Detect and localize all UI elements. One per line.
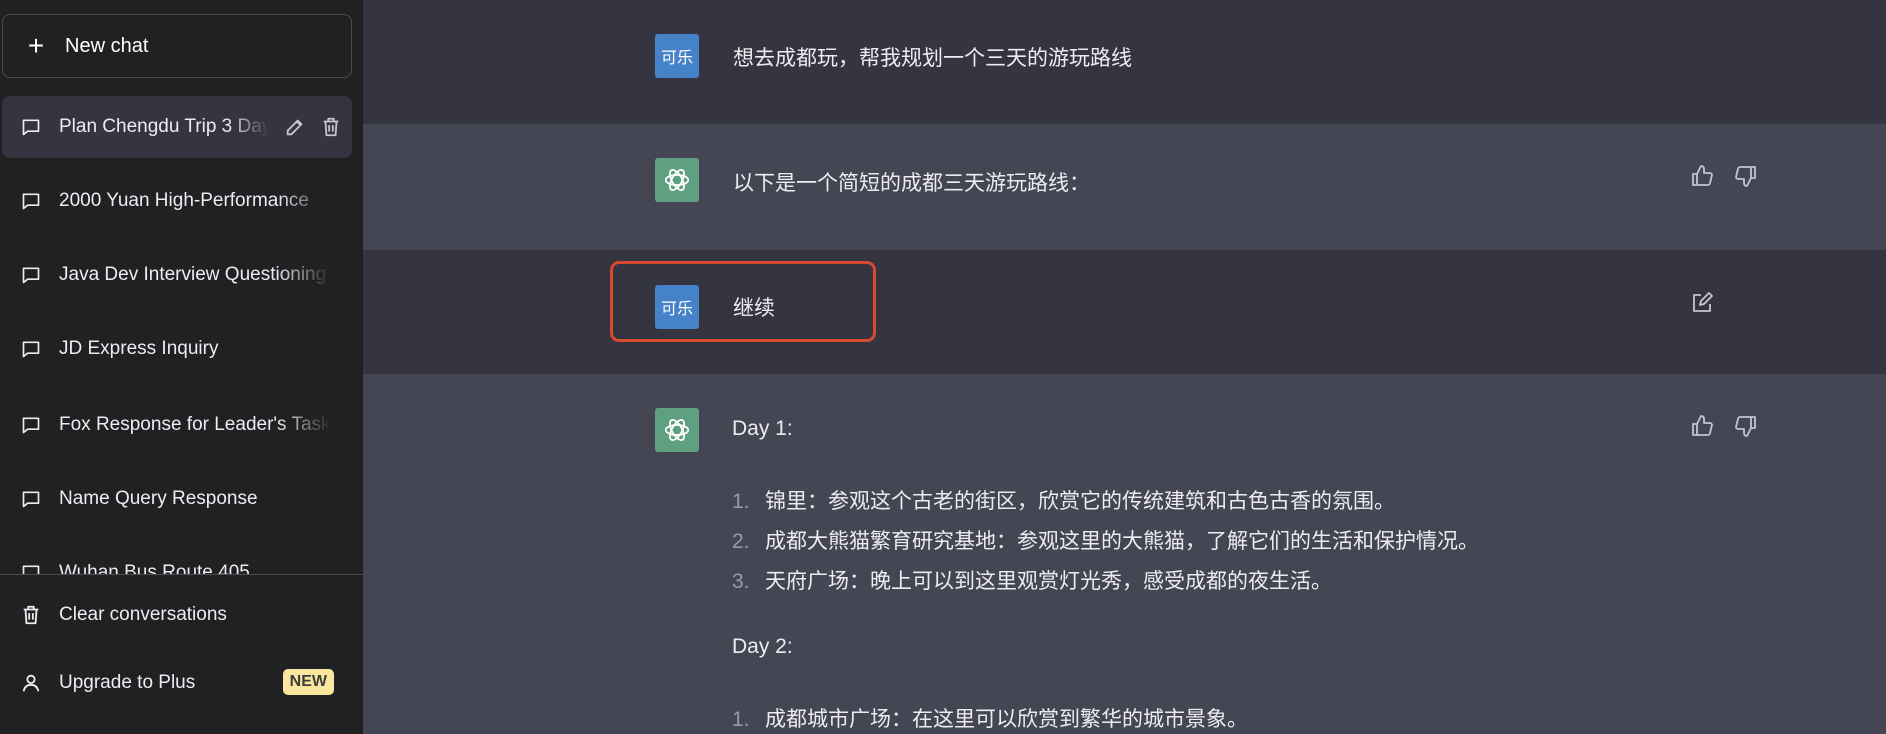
thumbs-down-icon[interactable] <box>1734 164 1758 188</box>
highlight-box <box>610 261 876 342</box>
pencil-icon[interactable] <box>284 116 306 138</box>
conversation-label: Java Dev Interview Questioning <box>59 264 327 285</box>
conversation-item[interactable]: Name Query Response <box>2 468 352 530</box>
thumbs-up-icon[interactable] <box>1690 414 1714 438</box>
user-avatar: 可乐 <box>655 34 699 78</box>
assistant-message: Day 1: 1. 锦里：参观这个古老的街区，欣赏它的传统建筑和古色古香的氛围。 … <box>363 374 1886 734</box>
trash-icon <box>23 605 39 625</box>
list-text: 成都大熊猫繁育研究基地：参观这里的大熊猫，了解它们的生活和保护情况。 <box>765 530 1479 553</box>
conversation-item-active[interactable]: Plan Chengdu Trip 3 Days <box>2 96 352 158</box>
user-message: 可乐 继续 <box>363 250 1886 374</box>
openai-logo-icon <box>655 158 699 202</box>
conversation-item[interactable]: Java Dev Interview Questioning <box>2 244 352 306</box>
sidebar-footer: Clear conversations Upgrade to Plus NEW <box>0 574 363 734</box>
chat-bubble-icon <box>22 565 40 574</box>
conversation-label: JD Express Inquiry <box>59 338 219 359</box>
conversation-item[interactable]: Wuhan Bus Route 405 <box>2 542 352 574</box>
chat-bubble-icon <box>22 341 40 358</box>
list-item: 3. 天府广场：晚上可以到这里观赏灯光秀，感受成都的夜生活。 <box>732 565 1332 595</box>
conversation-item[interactable]: 2000 Yuan High-Performance <box>2 170 352 232</box>
chat-bubble-icon <box>22 193 40 210</box>
thumbs-down-icon[interactable] <box>1734 414 1758 438</box>
list-text: 天府广场：晚上可以到这里观赏灯光秀，感受成都的夜生活。 <box>765 570 1332 593</box>
list-item: 1. 成都城市广场：在这里可以欣赏到繁华的城市景象。 <box>732 703 1248 733</box>
thumbs-up-icon[interactable] <box>1690 164 1714 188</box>
openai-logo-icon <box>655 408 699 452</box>
list-number: 2. <box>732 530 750 553</box>
user-icon <box>22 674 40 692</box>
clear-conversations-button[interactable]: Clear conversations <box>2 587 352 643</box>
conversation-label: Plan Chengdu Trip 3 Days <box>59 116 269 137</box>
chat-thread: 可乐 想去成都玩，帮我规划一个三天的游玩路线 以下是一个简短的成都三天游玩路线：… <box>363 0 1886 734</box>
conversation-label: Fox Response for Leader's Task <box>59 414 331 435</box>
list-number: 3. <box>732 570 750 593</box>
list-number: 1. <box>732 490 750 513</box>
message-text: 以下是一个简短的成都三天游玩路线： <box>733 172 1090 195</box>
conversation-item[interactable]: JD Express Inquiry <box>2 318 352 380</box>
plus-icon: + <box>27 30 45 61</box>
day-1-title: Day 1: <box>732 417 793 440</box>
message-text: 想去成都玩，帮我规划一个三天的游玩路线 <box>733 47 1132 70</box>
list-text: 锦里：参观这个古老的街区，欣赏它的传统建筑和古色古香的氛围。 <box>765 490 1395 513</box>
edit-icon[interactable] <box>1690 291 1714 315</box>
upgrade-label: Upgrade to Plus <box>59 672 196 693</box>
new-badge: NEW <box>282 669 334 695</box>
chat-bubble-icon <box>22 267 40 284</box>
user-message: 可乐 想去成都玩，帮我规划一个三天的游玩路线 <box>363 0 1886 124</box>
conversation-label: Wuhan Bus Route 405 <box>59 562 250 574</box>
chat-bubble-icon <box>22 119 40 136</box>
upgrade-to-plus-button[interactable]: Upgrade to Plus NEW <box>2 655 352 711</box>
day-2-title: Day 2: <box>732 635 793 658</box>
list-text: 成都城市广场：在这里可以欣赏到繁华的城市景象。 <box>765 708 1248 731</box>
assistant-message: 以下是一个简短的成都三天游玩路线： <box>363 124 1886 250</box>
new-chat-label: New chat <box>65 34 149 57</box>
list-number: 1. <box>732 708 750 731</box>
conversation-item[interactable]: Fox Response for Leader's Task <box>2 394 352 456</box>
chat-bubble-icon <box>22 417 40 434</box>
list-item: 1. 锦里：参观这个古老的街区，欣赏它的传统建筑和古色古香的氛围。 <box>732 485 1395 515</box>
chat-bubble-icon <box>22 491 40 508</box>
conversation-list[interactable]: Plan Chengdu Trip 3 Days 2000 Yuan High-… <box>0 96 363 574</box>
clear-conversations-label: Clear conversations <box>59 604 227 625</box>
list-item: 2. 成都大熊猫繁育研究基地：参观这里的大熊猫，了解它们的生活和保护情况。 <box>732 525 1479 555</box>
sidebar: + New chat Plan Chengdu Trip 3 Days 2000… <box>0 0 363 734</box>
trash-icon[interactable] <box>320 116 342 138</box>
new-chat-button[interactable]: + New chat <box>2 14 352 78</box>
conversation-label: Name Query Response <box>59 488 258 509</box>
conversation-label: 2000 Yuan High-Performance <box>59 190 309 211</box>
